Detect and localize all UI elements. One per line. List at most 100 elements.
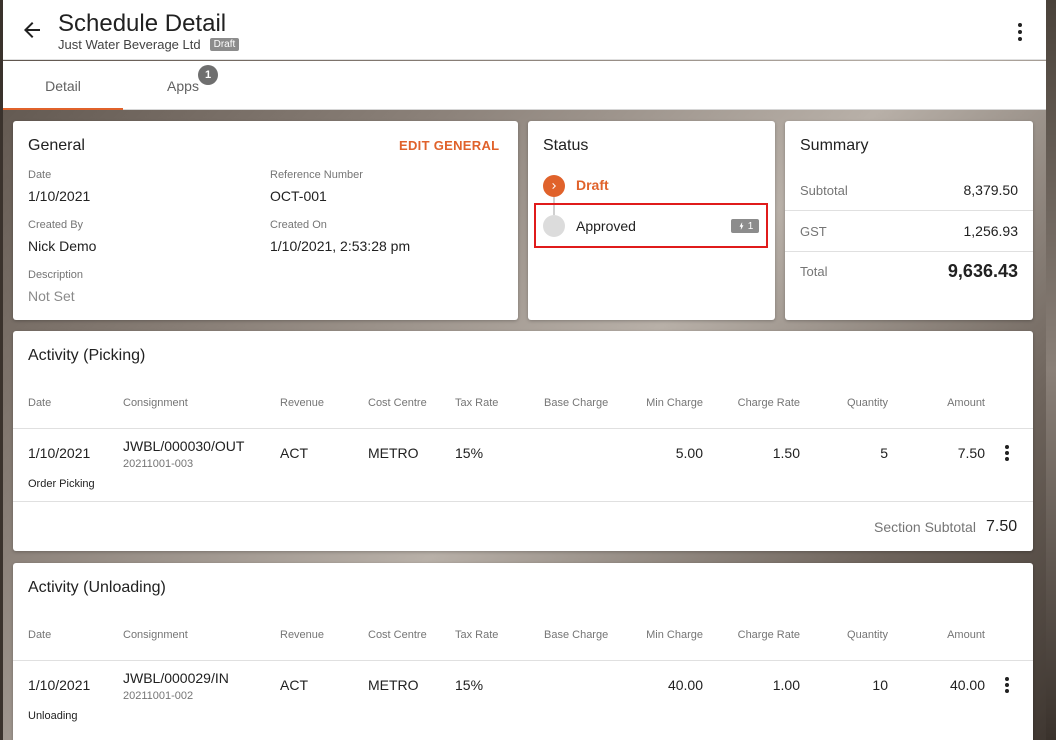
picking-title: Activity (Picking) <box>28 347 146 364</box>
total-value: 9,636.43 <box>947 261 1018 281</box>
row-more-icon[interactable] <box>1004 444 1010 462</box>
header-divider <box>13 660 1033 661</box>
created-on-value: 1/10/2021, 2:53:28 pm <box>270 238 411 254</box>
subtotal-value: 8,379.50 <box>963 182 1019 198</box>
col-charge-rate: Charge Rate <box>737 397 800 409</box>
status-badge: Draft <box>209 38 240 51</box>
row-cost-centre: METRO <box>368 677 419 693</box>
row-date: 1/10/2021 <box>28 445 91 461</box>
col-charge-rate: Charge Rate <box>737 629 800 641</box>
subtotal-label: Subtotal <box>800 183 848 198</box>
row-date: 1/10/2021 <box>28 677 91 693</box>
created-on-label: Created On <box>270 219 327 231</box>
col-quantity: Quantity <box>847 629 888 641</box>
general-title: General <box>28 137 85 154</box>
created-by-label: Created By <box>28 219 84 231</box>
chevron-right-icon <box>552 183 556 189</box>
col-base-charge: Base Charge <box>544 629 609 641</box>
row-min-charge: 5.00 <box>675 445 703 461</box>
row-tax-rate: 15% <box>455 445 484 461</box>
col-tax-rate: Tax Rate <box>455 629 499 641</box>
total-label: Total <box>800 264 828 279</box>
row-consignment[interactable]: JWBL/000030/OUT <box>123 438 244 454</box>
row-charge-rate: 1.00 <box>772 677 800 693</box>
col-min-charge: Min Charge <box>646 397 703 409</box>
row-consignment-sub: 20211001-003 <box>123 458 194 470</box>
gst-row: GST 1,256.93 <box>785 222 1033 262</box>
col-cost-centre: Cost Centre <box>368 629 427 641</box>
gst-value: 1,256.93 <box>963 223 1019 239</box>
background-edge-right <box>1046 0 1056 740</box>
col-consignment: Consignment <box>123 397 188 409</box>
col-consignment: Consignment <box>123 629 188 641</box>
row-consignment-sub: 20211001-002 <box>123 690 194 702</box>
summary-divider <box>785 251 1033 252</box>
page-title: Schedule Detail <box>58 10 227 37</box>
col-date: Date <box>28 629 52 641</box>
summary-card: Summary Subtotal 8,379.50 GST 1,256.93 T… <box>785 121 1033 320</box>
col-tax-rate: Tax Rate <box>455 397 499 409</box>
lightning-icon <box>739 222 744 230</box>
summary-divider <box>785 210 1033 211</box>
section-subtotal-label: Section Subtotal <box>874 519 976 535</box>
automation-count: 1 <box>747 220 754 232</box>
background-edge-left <box>0 0 3 740</box>
col-cost-centre: Cost Centre <box>368 397 427 409</box>
status-card: Status Draft Approved 1 <box>528 121 775 320</box>
date-value: 1/10/2021 <box>28 188 91 204</box>
row-quantity: 10 <box>872 677 888 693</box>
row-note: Order Picking <box>28 478 95 490</box>
col-revenue: Revenue <box>280 629 325 641</box>
col-min-charge: Min Charge <box>646 629 703 641</box>
row-note: Unloading <box>28 710 78 722</box>
row-tax-rate: 15% <box>455 677 484 693</box>
date-label: Date <box>28 169 52 181</box>
subtotal-row: Subtotal 8,379.50 <box>785 181 1033 221</box>
col-amount: Amount <box>947 397 985 409</box>
step-approved-label[interactable]: Approved <box>576 218 636 234</box>
row-consignment[interactable]: JWBL/000029/IN <box>123 670 229 686</box>
activity-unloading-card: Activity (Unloading) Date Consignment Re… <box>13 563 1033 740</box>
col-date: Date <box>28 397 52 409</box>
col-quantity: Quantity <box>847 397 888 409</box>
row-divider <box>13 501 1033 502</box>
gst-label: GST <box>800 224 827 239</box>
row-amount: 40.00 <box>949 677 985 693</box>
reference-label: Reference Number <box>270 169 363 181</box>
subtitle-row: Just Water Beverage Ltd Draft <box>58 37 240 52</box>
step-approved-dot <box>543 215 565 237</box>
description-label: Description <box>28 269 84 281</box>
row-cost-centre: METRO <box>368 445 419 461</box>
company-name: Just Water Beverage Ltd <box>58 37 201 52</box>
automation-chip: 1 <box>731 219 759 233</box>
col-base-charge: Base Charge <box>544 397 609 409</box>
col-revenue: Revenue <box>280 397 325 409</box>
row-more-icon[interactable] <box>1004 676 1010 694</box>
status-title: Status <box>543 137 589 154</box>
unloading-title: Activity (Unloading) <box>28 579 166 596</box>
edit-general-button[interactable]: EDIT GENERAL <box>399 138 499 153</box>
tabs-bar: Detail Apps 1 <box>3 61 1046 110</box>
created-by-value: Nick Demo <box>28 238 97 254</box>
tab-apps-badge: 1 <box>198 65 218 85</box>
row-revenue: ACT <box>280 677 308 693</box>
step-draft-dot <box>543 175 565 197</box>
reference-value: OCT-001 <box>270 188 327 204</box>
tab-detail[interactable]: Detail <box>3 61 123 110</box>
tab-apps[interactable]: Apps <box>123 61 243 110</box>
app-header: Schedule Detail Just Water Beverage Ltd … <box>3 0 1046 60</box>
general-card: General EDIT GENERAL Date 1/10/2021 Refe… <box>13 121 518 320</box>
more-vertical-icon[interactable] <box>1008 20 1032 44</box>
step-draft-label: Draft <box>576 177 609 193</box>
row-min-charge: 40.00 <box>667 677 703 693</box>
row-quantity: 5 <box>880 445 888 461</box>
col-amount: Amount <box>947 629 985 641</box>
row-amount: 7.50 <box>957 445 985 461</box>
section-subtotal-value: 7.50 <box>986 518 1018 535</box>
row-revenue: ACT <box>280 445 308 461</box>
description-value: Not Set <box>28 288 75 304</box>
row-charge-rate: 1.50 <box>772 445 800 461</box>
summary-title: Summary <box>800 137 869 154</box>
header-divider <box>13 428 1033 429</box>
back-arrow-icon[interactable] <box>20 18 44 42</box>
